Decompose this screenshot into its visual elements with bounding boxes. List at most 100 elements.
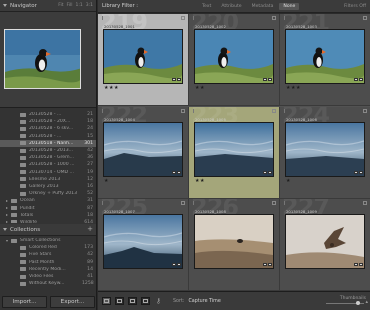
filter-tab-attribute[interactable]: Attribute — [217, 3, 245, 10]
quick-collection-marker-icon[interactable] — [362, 108, 367, 113]
expand-triangle-icon[interactable] — [6, 214, 8, 217]
navigator-header[interactable]: Navigator Fit Fill 1:1 3:1 — [0, 0, 96, 12]
folder-row[interactable]: Orkney + Puffy 2013 52 — [0, 190, 96, 197]
survey-view-button[interactable] — [141, 297, 150, 305]
collections-header[interactable]: Collections + — [0, 224, 96, 236]
star-rating[interactable]: ★★★ — [286, 85, 301, 91]
thumbnail-cell[interactable]: 226 20130528_1008 — [189, 199, 280, 291]
metadata-badge-icon[interactable] — [171, 170, 176, 174]
export-button[interactable]: Export... — [50, 296, 95, 308]
folder-row[interactable]: Totals 18 — [0, 212, 96, 219]
filter-preset-dropdown[interactable]: Filters Off — [344, 4, 366, 9]
flag-icon[interactable] — [284, 108, 287, 113]
grid-view-button[interactable] — [102, 297, 111, 305]
collection-row[interactable]: Without Keyw... 1258 — [0, 280, 96, 287]
flag-icon[interactable] — [102, 108, 105, 113]
metadata-badge-icon[interactable] — [171, 263, 176, 266]
star-rating[interactable]: ★ — [286, 178, 291, 184]
sort-dropdown[interactable]: Capture Time — [188, 299, 220, 304]
painter-button[interactable]: ⚷ — [154, 297, 163, 305]
collection-row[interactable]: Smart Collections — [0, 237, 96, 244]
collection-row[interactable]: Past Month 89 — [0, 259, 96, 266]
folder-row[interactable]: 20130518 - Nanh... 301 — [0, 139, 96, 147]
quick-collection-marker-icon[interactable] — [271, 108, 276, 113]
thumbnail-cell[interactable]: 221 20130528_1003 ★★★ — [280, 14, 370, 106]
navigator-preview-image[interactable] — [4, 29, 81, 89]
develop-badge-icon[interactable] — [358, 263, 363, 266]
thumbnail-cell[interactable]: 223 20130528_1005 ★★ — [189, 106, 280, 199]
metadata-badge-icon[interactable] — [171, 78, 176, 81]
thumbnail-image[interactable] — [286, 30, 364, 83]
develop-badge-icon[interactable] — [267, 78, 272, 81]
develop-badge-icon[interactable] — [358, 78, 363, 81]
folder-row[interactable]: 20130714 - OMD ... 19 — [0, 169, 96, 176]
zoom-1-1[interactable]: 1:1 — [76, 3, 83, 8]
collapse-triangle-icon[interactable] — [3, 228, 7, 231]
zoom-fill[interactable]: Fill — [66, 3, 72, 8]
folder-row[interactable]: 20130528 - Grem... 36 — [0, 154, 96, 161]
folder-row[interactable]: 20130528 - ... 21 — [0, 111, 96, 118]
develop-badge-icon[interactable] — [176, 170, 181, 174]
folder-row[interactable]: Ellesme 2013 12 — [0, 176, 96, 183]
loupe-view-button[interactable] — [115, 297, 124, 305]
metadata-badge-icon[interactable] — [353, 78, 358, 81]
folder-row[interactable]: 20130528 - 6 skv... 24 — [0, 125, 96, 132]
flag-icon[interactable] — [102, 201, 105, 205]
folder-row[interactable]: Ocean 31 — [0, 197, 96, 204]
flag-icon[interactable] — [284, 201, 287, 205]
develop-badge-icon[interactable] — [176, 78, 181, 81]
thumbnail-image[interactable] — [104, 30, 182, 83]
thumbnail-image[interactable] — [195, 122, 273, 176]
flag-icon[interactable] — [102, 16, 105, 20]
develop-badge-icon[interactable] — [176, 263, 181, 266]
expand-triangle-icon[interactable] — [6, 239, 8, 242]
flag-icon[interactable] — [193, 108, 196, 113]
folder-row[interactable]: Gallery 2013 16 — [0, 183, 96, 190]
flag-icon[interactable] — [193, 16, 196, 20]
thumbnail-image[interactable] — [195, 215, 273, 268]
chevron-up-icon[interactable]: ▴ — [365, 299, 368, 305]
thumbnail-cell[interactable]: 222 20130528_1004 ★ — [98, 106, 189, 199]
develop-badge-icon[interactable] — [267, 170, 272, 174]
filter-tab-text[interactable]: Text — [198, 3, 215, 10]
zoom-fit[interactable]: Fit — [58, 3, 63, 8]
thumbnail-cell[interactable]: 219 20130528_1001 ★★★ — [98, 14, 189, 106]
folder-row[interactable]: 20130528 - 2013... 42 — [0, 147, 96, 154]
folder-row[interactable]: Pundit 87 — [0, 204, 96, 211]
thumbnail-image[interactable] — [104, 122, 182, 176]
quick-collection-marker-icon[interactable] — [362, 201, 367, 205]
folder-row[interactable]: 20130528 - 20X... 18 — [0, 118, 96, 125]
import-button[interactable]: Import... — [2, 296, 47, 308]
folder-row[interactable]: Wildlife 614 — [0, 219, 96, 223]
metadata-badge-icon[interactable] — [262, 78, 267, 81]
star-rating[interactable]: ★★★ — [104, 85, 119, 91]
develop-badge-icon[interactable] — [267, 263, 272, 266]
quick-collection-marker-icon[interactable] — [271, 16, 276, 20]
expand-triangle-icon[interactable] — [6, 221, 8, 223]
collection-row[interactable]: Video Files 41 — [0, 273, 96, 280]
star-rating[interactable]: ★ — [104, 178, 109, 184]
thumbnail-cell[interactable]: 220 20130528_1002 ★★ — [189, 14, 280, 106]
quick-collection-marker-icon[interactable] — [180, 108, 185, 113]
flag-icon[interactable] — [193, 201, 196, 205]
filter-tab-metadata[interactable]: Metadata — [248, 3, 278, 10]
collection-row[interactable]: Colored Red 173 — [0, 244, 96, 251]
star-rating[interactable]: ★★ — [195, 85, 205, 91]
thumbnail-grid[interactable]: 219 20130528_1001 ★★★ 220 20130528_1002 ★★ 221… — [98, 14, 370, 291]
compare-view-button[interactable] — [128, 297, 137, 305]
add-collection-icon[interactable]: + — [87, 226, 93, 233]
thumbnail-cell[interactable]: 227 20130528_1009 — [280, 199, 370, 291]
collapse-triangle-icon[interactable] — [3, 4, 7, 7]
metadata-badge-icon[interactable] — [262, 263, 267, 266]
thumbnail-image[interactable] — [104, 215, 182, 268]
thumbnail-slider-knob[interactable] — [356, 301, 360, 305]
quick-collection-marker-icon[interactable] — [180, 201, 185, 205]
expand-triangle-icon[interactable] — [6, 207, 8, 210]
star-rating[interactable]: ★★ — [195, 178, 205, 184]
thumbnail-image[interactable] — [195, 30, 273, 83]
thumbnail-image[interactable] — [286, 215, 364, 268]
folder-row[interactable]: 20130528 - 1000 ... 27 — [0, 161, 96, 168]
expand-triangle-icon[interactable] — [6, 199, 8, 202]
develop-badge-icon[interactable] — [358, 170, 363, 174]
zoom-3-1[interactable]: 3:1 — [86, 3, 93, 8]
